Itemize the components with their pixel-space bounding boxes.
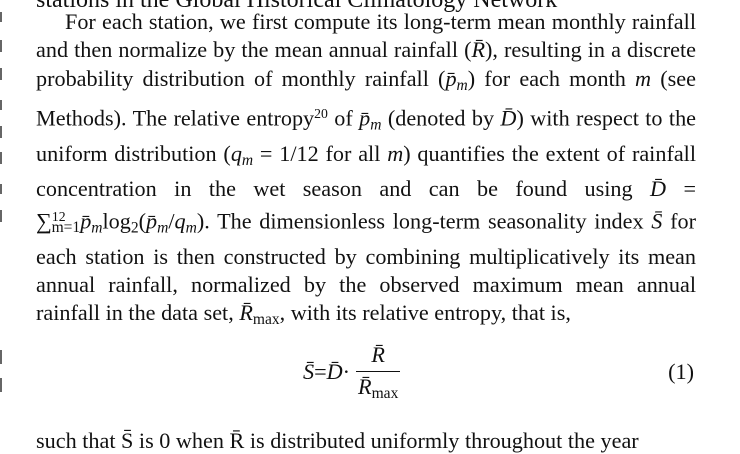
eq-fraction: R̄ R̄max — [356, 342, 401, 402]
equation-number: (1) — [668, 359, 694, 384]
eq-lhs: S̄ — [303, 359, 315, 385]
eq-entropy: D̄ — [326, 359, 343, 385]
cut-next-line: such that S̄ is 0 when R̄ is distributed… — [36, 428, 639, 453]
equation-1: S̄ = D̄ · R̄ R̄max (1) — [303, 342, 694, 402]
body-paragraph: For each station, we first compute its l… — [36, 9, 697, 329]
reference-20: 20 — [314, 105, 328, 121]
eq-dot: · — [342, 359, 351, 385]
paper-page: stations in the Global Historical Climat… — [0, 0, 740, 453]
